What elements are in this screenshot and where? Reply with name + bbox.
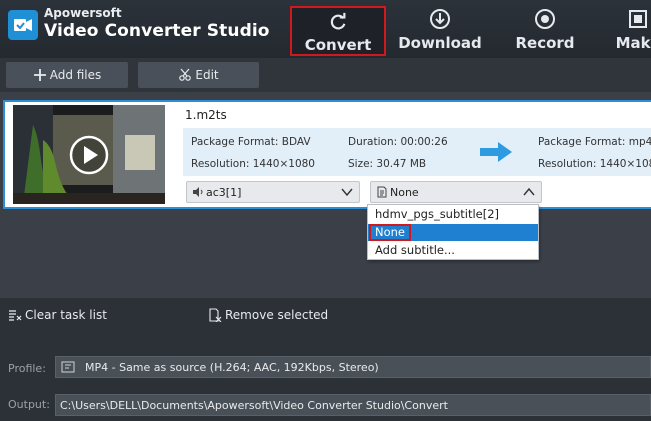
clear-task-list-button[interactable]: Clear task list <box>8 308 107 322</box>
source-size: Size: 30.47 MB <box>348 158 427 170</box>
source-package-format: Package Format: BDAV <box>191 136 311 148</box>
subtitle-option-hdmv[interactable]: hdmv_pgs_subtitle[2] <box>368 206 538 223</box>
source-duration: Duration: 00:00:26 <box>348 136 448 148</box>
chevron-down-icon <box>341 188 353 197</box>
bottom-panel: Clear task list Remove selected Profile:… <box>0 298 651 421</box>
output-path-value: C:\Users\DELL\Documents\Apowersoft\Video… <box>60 398 448 412</box>
tab-convert[interactable]: Convert <box>290 6 386 56</box>
target-package-format[interactable]: Package Format: mp4 <box>538 136 651 148</box>
tab-convert-label: Convert <box>304 36 372 54</box>
remove-file-icon <box>209 308 222 322</box>
subtitle-value: None <box>390 185 419 199</box>
format-info: Package Format: BDAV Resolution: 1440×10… <box>183 128 651 176</box>
subtitle-dropdown[interactable]: None <box>370 181 542 203</box>
target-resolution[interactable]: Resolution: 1440×1080 <box>538 158 651 170</box>
toolbar: Add files Edit <box>0 58 651 92</box>
scissors-icon <box>179 68 192 81</box>
clear-task-list-label: Clear task list <box>25 308 107 322</box>
profile-select[interactable]: MP4 - Same as source (H.264; AAC, 192Kbp… <box>55 356 651 378</box>
task-item[interactable]: 1.m2ts Package Format: BDAV Resolution: … <box>3 100 651 209</box>
audio-track-dropdown[interactable]: ac3[1] <box>186 181 360 203</box>
download-icon <box>430 9 450 29</box>
add-files-label: Add files <box>49 68 102 82</box>
subtitle-option-none-label: None <box>369 224 412 241</box>
speaker-icon <box>193 187 203 197</box>
subtitle-option-none[interactable]: None <box>368 224 538 241</box>
chevron-up-icon <box>523 187 535 196</box>
arrow-right-icon <box>480 142 512 162</box>
app-header: Apowersoft Video Converter Studio Conver… <box>0 0 651 58</box>
app-title: Video Converter Studio <box>44 21 270 41</box>
profile-icon <box>61 361 75 373</box>
tab-record[interactable]: Record <box>512 4 578 56</box>
play-icon[interactable] <box>69 135 109 175</box>
edit-label: Edit <box>195 68 219 82</box>
audio-track-value: ac3[1] <box>206 185 242 199</box>
tab-record-label: Record <box>515 34 575 52</box>
remove-selected-button[interactable]: Remove selected <box>208 308 328 322</box>
clear-list-icon <box>9 310 22 321</box>
output-label: Output: <box>8 398 50 411</box>
subtitle-file-icon <box>377 186 387 198</box>
record-icon <box>535 9 555 29</box>
source-resolution: Resolution: 1440×1080 <box>191 158 315 170</box>
plus-icon <box>33 69 46 81</box>
film-icon <box>629 10 647 28</box>
tab-make[interactable]: Make <box>608 4 651 56</box>
file-name: 1.m2ts <box>185 108 227 122</box>
tab-make-label: Make <box>615 34 651 52</box>
refresh-icon <box>330 12 346 30</box>
edit-button[interactable]: Edit <box>138 62 259 88</box>
task-list: 1.m2ts Package Format: BDAV Resolution: … <box>0 92 651 298</box>
subtitle-option-add[interactable]: Add subtitle... <box>368 242 538 259</box>
video-thumbnail[interactable] <box>13 105 165 204</box>
tab-download-label: Download <box>398 34 482 52</box>
remove-selected-label: Remove selected <box>225 308 329 322</box>
tab-download[interactable]: Download <box>398 4 482 56</box>
subtitle-menu: hdmv_pgs_subtitle[2] None Add subtitle..… <box>367 204 539 260</box>
profile-value: MP4 - Same as source (H.264; AAC, 192Kbp… <box>85 360 379 374</box>
add-files-button[interactable]: Add files <box>6 62 128 88</box>
app-logo-icon <box>8 10 38 40</box>
brand-name: Apowersoft <box>44 6 122 20</box>
output-path-field[interactable]: C:\Users\DELL\Documents\Apowersoft\Video… <box>55 394 651 416</box>
profile-label: Profile: <box>8 362 46 375</box>
